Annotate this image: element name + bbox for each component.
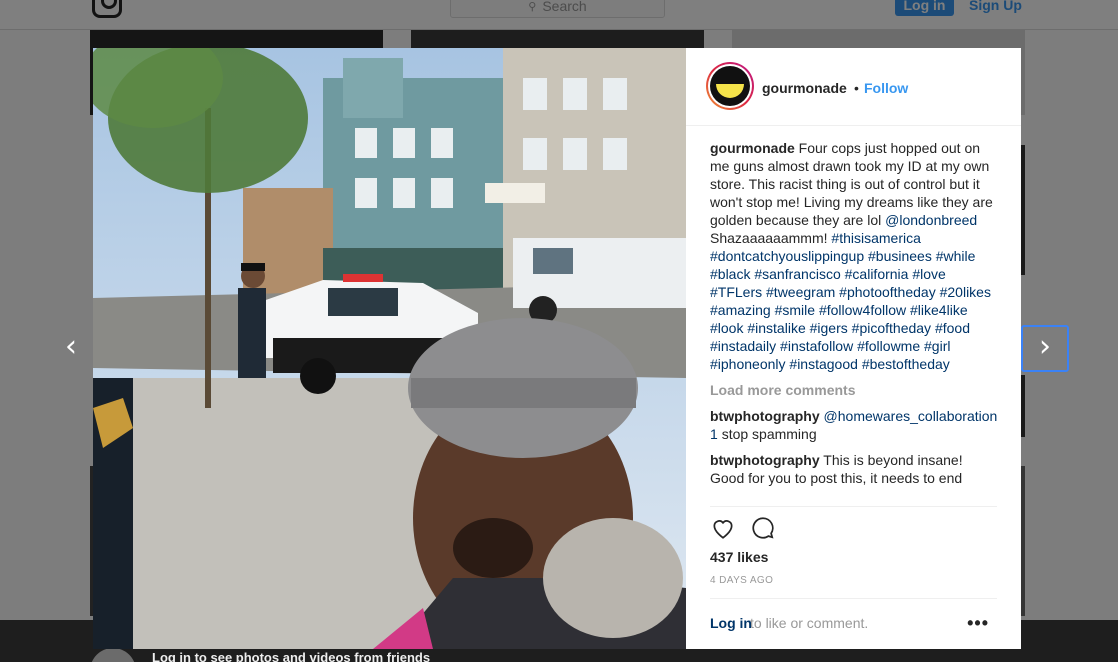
comment-item: btwphotography @homewares_collaboration1… [710,407,1000,443]
hashtag-link[interactable]: #girl [924,338,950,354]
caption-text-after: Shazaaaaaammm! [710,230,828,246]
post-modal: gourmonade • Follow gourmonade Four cops… [93,48,1021,649]
hashtag-link[interactable]: #while [936,248,976,264]
hashtag-link[interactable]: #instalike [747,320,805,336]
hashtag-link[interactable]: #like4like [910,302,968,318]
hashtag-link[interactable]: #instagood [789,356,858,372]
more-options-icon[interactable]: ••• [967,613,989,634]
hashtag-link[interactable]: #igers [810,320,848,336]
post-sidebar: gourmonade • Follow gourmonade Four cops… [686,48,1021,649]
hashtag-link[interactable]: #food [935,320,970,336]
hashtag-link[interactable]: #follow4follow [819,302,906,318]
comment-icon[interactable] [750,515,776,541]
hashtag-link[interactable]: #instadaily [710,338,776,354]
banner-text: Log in to see photos and videos from fri… [152,650,431,662]
follow-button[interactable]: Follow [864,80,908,96]
chevron-right-icon[interactable]: › [1021,325,1069,372]
hashtag-link[interactable]: #dontcatchyouslippingup [710,248,864,264]
hashtag-link[interactable]: #smile [775,302,815,318]
post-footer: Log in to like or comment. ••• [710,598,997,649]
login-prompt-text: to like or comment. [750,615,869,631]
post-header: gourmonade • Follow [686,48,1021,126]
heart-icon[interactable] [710,515,736,541]
caption-username[interactable]: gourmonade [710,140,795,156]
comment-username[interactable]: btwphotography [710,408,820,424]
post-photo[interactable] [93,48,686,649]
hashtag-link[interactable]: #followme [857,338,920,354]
login-link[interactable]: Log in [710,615,752,631]
hashtag-link[interactable]: #black [710,266,750,282]
chevron-left-icon[interactable]: ‹ [56,332,86,364]
hashtag-link[interactable]: #amazing [710,302,771,318]
hashtag-link[interactable]: #instafollow [780,338,853,354]
load-more-comments[interactable]: Load more comments [710,381,1000,399]
separator-dot: • [854,80,859,96]
user-avatar[interactable] [706,62,754,110]
hashtag-link[interactable]: #20likes [940,284,991,300]
caption-mention[interactable]: @londonbreed [885,212,977,228]
action-bar [710,506,997,546]
hashtag-link[interactable]: #look [710,320,743,336]
comment-username[interactable]: btwphotography [710,452,820,468]
comments-list: gourmonade Four cops just hopped out on … [710,139,1000,487]
street-photo [93,48,686,649]
lemon-logo-icon [710,66,750,106]
hashtag-link[interactable]: #sanfrancisco [754,266,840,282]
hashtag-link[interactable]: #bestoftheday [862,356,950,372]
comment-text: stop spamming [721,426,817,442]
hashtag-list: #thisisamerica #dontcatchyouslippingup #… [710,230,991,372]
post-date: 4 DAYS AGO [710,575,774,586]
hashtag-link[interactable]: #picoftheday [852,320,931,336]
hashtag-link[interactable]: #TFLers [710,284,762,300]
caption: gourmonade Four cops just hopped out on … [710,139,1000,373]
hashtag-link[interactable]: #thisisamerica [831,230,920,246]
hashtag-link[interactable]: #tweegram [766,284,835,300]
hashtag-link[interactable]: #california [845,266,909,282]
banner-avatar [90,648,136,662]
hashtag-link[interactable]: #love [912,266,945,282]
comment-item: btwphotography This is beyond insane! Go… [710,451,1000,487]
post-username[interactable]: gourmonade [762,80,847,96]
hashtag-link[interactable]: #iphoneonly [710,356,786,372]
hashtag-link[interactable]: #businees [868,248,932,264]
hashtag-link[interactable]: #photooftheday [839,284,936,300]
like-count[interactable]: 437 likes [710,549,768,565]
